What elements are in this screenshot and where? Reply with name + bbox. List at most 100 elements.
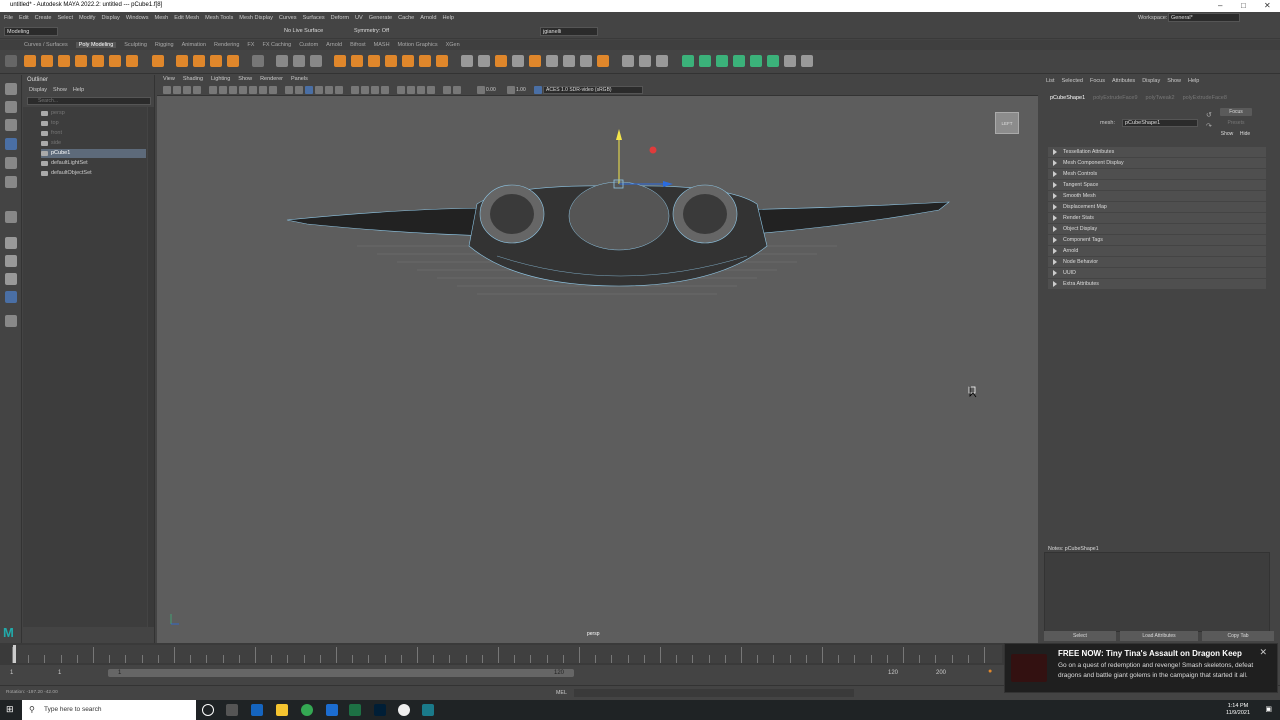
menu-file[interactable]: File bbox=[4, 15, 13, 21]
shelf-tab-curves-surfaces[interactable]: Curves / Surfaces bbox=[24, 42, 68, 48]
close-icon[interactable]: ✕ bbox=[1264, 1, 1271, 10]
lasso-tool-icon[interactable] bbox=[5, 101, 17, 113]
range-slider-bar[interactable] bbox=[108, 669, 574, 677]
itunes-icon[interactable] bbox=[398, 704, 410, 716]
smooth-shade-icon[interactable] bbox=[295, 86, 303, 94]
animation-end-field[interactable]: 200 bbox=[936, 670, 946, 676]
select-camera-icon[interactable] bbox=[163, 86, 171, 94]
delete-edge-icon[interactable] bbox=[580, 55, 592, 67]
shelf-tab-motion-graphics[interactable]: Motion Graphics bbox=[398, 42, 438, 48]
sweep-mesh-icon[interactable] bbox=[193, 55, 205, 67]
poly-torus-icon[interactable] bbox=[92, 55, 104, 67]
attr-tab-pcubeshape1[interactable]: pCubeShape1 bbox=[1050, 95, 1085, 101]
viewport-menu-view[interactable]: View bbox=[163, 76, 175, 82]
menu-windows[interactable]: Windows bbox=[126, 15, 149, 21]
wireframe-icon[interactable] bbox=[285, 86, 293, 94]
chrome-icon[interactable] bbox=[301, 704, 313, 716]
viewport-menu-show[interactable]: Show bbox=[238, 76, 252, 82]
symmetry-select[interactable]: Symmetry: Off bbox=[352, 27, 398, 36]
section-displacement-map[interactable]: Displacement Map bbox=[1048, 202, 1266, 212]
section-extra-attributes[interactable]: Extra Attributes bbox=[1048, 279, 1266, 289]
last-tool-icon[interactable] bbox=[5, 211, 17, 223]
menu-cache[interactable]: Cache bbox=[398, 15, 414, 21]
cortana-icon[interactable] bbox=[202, 704, 214, 716]
menu-edit-mesh[interactable]: Edit Mesh bbox=[174, 15, 199, 21]
two-sided-lighting-icon[interactable] bbox=[443, 86, 451, 94]
platonic-solid-icon[interactable] bbox=[152, 55, 164, 67]
pcube1-mesh[interactable] bbox=[286, 181, 950, 287]
section-mesh-controls[interactable]: Mesh Controls bbox=[1048, 169, 1266, 179]
attr-tab-polyextrudeface8[interactable]: polyExtrudeFace8 bbox=[1183, 95, 1227, 101]
svg-tool-icon[interactable] bbox=[227, 55, 239, 67]
wireframe-on-shaded-icon[interactable] bbox=[305, 86, 313, 94]
menu-arnold[interactable]: Arnold bbox=[420, 15, 436, 21]
shelf-tab-rigging[interactable]: Rigging bbox=[155, 42, 174, 48]
film-gate-icon[interactable] bbox=[219, 86, 227, 94]
shelf-tab-arnold[interactable]: Arnold bbox=[326, 42, 342, 48]
gate-mask-icon[interactable] bbox=[239, 86, 247, 94]
boolean-intersection-icon[interactable] bbox=[368, 55, 380, 67]
anti-aliasing-icon[interactable] bbox=[371, 86, 379, 94]
four-pane-layout-icon[interactable] bbox=[5, 255, 17, 267]
combine-icon[interactable] bbox=[276, 55, 288, 67]
attr-menu-help[interactable]: Help bbox=[1188, 78, 1199, 84]
xray-components-icon[interactable] bbox=[427, 86, 435, 94]
attr-menu-show[interactable]: Show bbox=[1167, 78, 1181, 84]
camera-attributes-icon[interactable] bbox=[173, 86, 181, 94]
maya-taskbar-icon[interactable] bbox=[422, 704, 434, 716]
playback-end-field[interactable]: 120 bbox=[888, 670, 898, 676]
use-all-lights-icon[interactable] bbox=[325, 86, 333, 94]
presets-button[interactable]: Presets bbox=[1220, 119, 1252, 127]
show-button[interactable]: Show bbox=[1218, 130, 1236, 138]
multi-cut-icon[interactable] bbox=[495, 55, 507, 67]
viewport-menu-shading[interactable]: Shading bbox=[183, 76, 203, 82]
resolution-gate-icon[interactable] bbox=[229, 86, 237, 94]
backface-culling-icon[interactable] bbox=[453, 86, 461, 94]
single-pane-layout-icon[interactable] bbox=[5, 237, 17, 249]
smooth-icon[interactable] bbox=[310, 55, 322, 67]
viewport-menu-panels[interactable]: Panels bbox=[291, 76, 308, 82]
shelf-tab-fx[interactable]: FX bbox=[247, 42, 254, 48]
windows-start-icon[interactable]: ⊞ bbox=[6, 704, 14, 715]
section-uuid[interactable]: UUID bbox=[1048, 268, 1266, 278]
hide-button[interactable]: Hide bbox=[1237, 130, 1253, 138]
textured-icon[interactable] bbox=[315, 86, 323, 94]
fill-hole-icon[interactable] bbox=[478, 55, 490, 67]
load-node-icon[interactable]: ↺ bbox=[1206, 111, 1212, 119]
section-tangent-space[interactable]: Tangent Space bbox=[1048, 180, 1266, 190]
select-button[interactable]: Select bbox=[1044, 631, 1116, 641]
section-render-stats[interactable]: Render Stats bbox=[1048, 213, 1266, 223]
isolate-select-icon[interactable] bbox=[397, 86, 405, 94]
soft-select-icon[interactable] bbox=[656, 55, 668, 67]
extrude-icon[interactable] bbox=[419, 55, 431, 67]
relax-icon[interactable] bbox=[639, 55, 651, 67]
move-tool-icon[interactable] bbox=[5, 138, 17, 150]
poly-sphere-icon[interactable] bbox=[24, 55, 36, 67]
two-pane-layout-icon[interactable] bbox=[5, 273, 17, 285]
xray-icon[interactable] bbox=[407, 86, 415, 94]
outliner-item[interactable]: pCube1 bbox=[41, 149, 146, 158]
viewport-menu-lighting[interactable]: Lighting bbox=[211, 76, 230, 82]
menu-help[interactable]: Help bbox=[442, 15, 454, 21]
copy-tab-button[interactable]: Copy Tab bbox=[1202, 631, 1274, 641]
viewcube[interactable]: LEFT bbox=[995, 112, 1019, 134]
grid-toggle-icon[interactable] bbox=[209, 86, 217, 94]
motion-blur-icon[interactable] bbox=[361, 86, 369, 94]
spherical-map-icon[interactable] bbox=[733, 55, 745, 67]
attr-menu-focus[interactable]: Focus bbox=[1090, 78, 1105, 84]
separate-icon[interactable] bbox=[293, 55, 305, 67]
outliner-menu-help[interactable]: Help bbox=[73, 87, 84, 93]
outliner-menu-display[interactable]: Display bbox=[29, 87, 47, 93]
focus-button[interactable]: Focus bbox=[1220, 108, 1252, 116]
shelf-tab-sculpting[interactable]: Sculpting bbox=[124, 42, 147, 48]
outliner-layout-icon[interactable] bbox=[5, 291, 17, 303]
notification-toast[interactable]: FREE NOW: Tiny Tina's Assault on Dragon … bbox=[1004, 643, 1278, 693]
section-arnold[interactable]: Arnold bbox=[1048, 246, 1266, 256]
taskbar-clock[interactable]: 1:14 PM 11/9/2021 bbox=[1226, 703, 1250, 717]
depth-of-field-icon[interactable] bbox=[381, 86, 389, 94]
outliner-scrollbar[interactable] bbox=[148, 107, 154, 627]
menu-edit[interactable]: Edit bbox=[19, 15, 29, 21]
shelf-tab-mash[interactable]: MASH bbox=[374, 42, 390, 48]
cylindrical-map-icon[interactable] bbox=[716, 55, 728, 67]
field-chart-icon[interactable] bbox=[249, 86, 257, 94]
